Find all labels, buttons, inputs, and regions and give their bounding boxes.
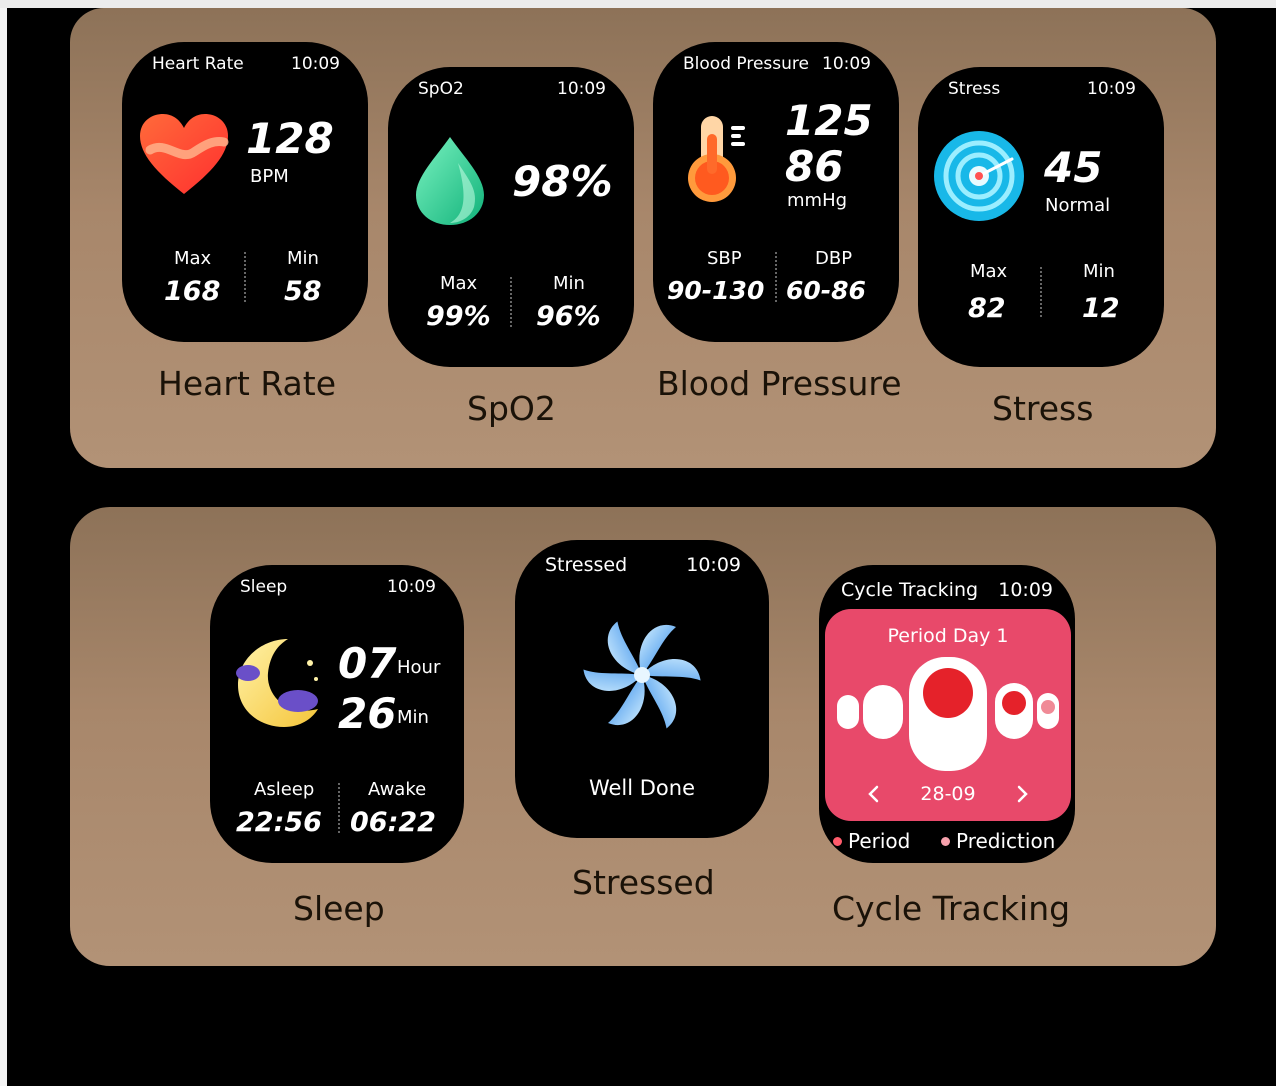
stat-asleep-label: Asleep: [254, 779, 315, 800]
watch-title: Blood Pressure: [683, 54, 809, 74]
stat-max-value: 168: [164, 276, 221, 307]
stat-asleep-value: 22:56: [236, 807, 322, 838]
watch-time: 10:09: [291, 54, 340, 74]
stressed-message: Well Done: [588, 776, 696, 800]
divider: [338, 783, 340, 833]
prediction-dot-icon: [941, 836, 950, 846]
watch-title: Cycle Tracking: [841, 579, 979, 601]
stat-max-label: Max: [970, 261, 1008, 282]
cycle-tracking-watch: Cycle Tracking 10:09 Period Day 1 28-09 P…: [819, 565, 1075, 863]
stat-min-label: Min: [553, 273, 585, 294]
spo2-value: 98%: [512, 157, 613, 206]
divider: [1040, 267, 1042, 317]
watch-time: 10:09: [822, 54, 871, 74]
stat-awake-label: Awake: [368, 779, 427, 800]
blood-pressure-watch: Blood Pressure 10:09 125 86 mmHg SBP DBP …: [653, 42, 899, 342]
stat-max-label: Max: [174, 248, 212, 269]
watch-time: 10:09: [1087, 79, 1136, 99]
moon-icon: [236, 639, 318, 727]
diastolic-value: 86: [785, 142, 844, 191]
stat-dbp-value: 60-86: [786, 276, 866, 305]
watch-title: Sleep: [240, 577, 288, 597]
sleep-hours-value: 07: [338, 639, 397, 688]
cycle-day-pills: [837, 657, 1059, 771]
stressed-watch: Stressed 10:09 Well Done: [515, 540, 769, 838]
legend-prediction-label: Prediction: [956, 829, 1056, 853]
legend-period-label: Period: [848, 829, 911, 853]
watch-title: Stress: [948, 79, 1001, 99]
caption-heart-rate: Heart Rate: [158, 364, 337, 403]
caption-blood-pressure: Blood Pressure: [657, 364, 902, 403]
caption-stressed: Stressed: [572, 863, 715, 902]
chevron-right-icon[interactable]: [1015, 785, 1029, 803]
stat-min-label: Min: [1083, 261, 1115, 282]
stat-sbp-value: 90-130: [667, 276, 765, 305]
legend-prediction: Prediction: [941, 829, 1055, 853]
watch-title: Stressed: [545, 554, 628, 576]
gauge-icon: [934, 131, 1024, 221]
water-drop-icon: [416, 137, 484, 225]
watch-title: Heart Rate: [152, 54, 244, 74]
pinwheel-icon: [583, 621, 701, 729]
heart-icon: [140, 114, 229, 194]
heart-rate-watch: Heart Rate 10:09 128 BPM Max Min 168 58: [122, 42, 368, 342]
stat-min-value: 12: [1082, 293, 1120, 324]
divider: [775, 252, 777, 302]
spo2-watch: SpO2 10:09 98% Max Min 99% 96%: [388, 67, 634, 367]
divider: [510, 277, 512, 327]
stress-level-label: Normal: [1045, 195, 1111, 216]
cycle-date: 28-09: [920, 783, 976, 805]
cycle-card: Period Day 1 28-09: [825, 609, 1071, 821]
stat-max-value: 99%: [426, 301, 491, 332]
watch-time: 10:09: [557, 79, 606, 99]
stat-max-value: 82: [968, 293, 1006, 324]
top-edge: [0, 0, 1276, 8]
left-edge: [0, 8, 7, 1086]
sleep-minutes-value: 26: [338, 689, 397, 738]
watch-time: 10:09: [387, 577, 436, 597]
legend-period: Period: [833, 829, 910, 853]
bp-unit: mmHg: [787, 190, 848, 211]
stat-dbp-label: DBP: [815, 248, 853, 269]
watch-title: SpO2: [418, 79, 464, 99]
sleep-hours-unit: Hour: [397, 657, 441, 678]
caption-spo2: SpO2: [467, 389, 556, 428]
stat-min-label: Min: [287, 248, 319, 269]
thermometer-icon: [688, 116, 745, 202]
sleep-watch: Sleep 10:09 07 Hour 26 Min Asleep Awake 2…: [210, 565, 464, 863]
heart-rate-value: 128: [246, 114, 334, 163]
caption-sleep: Sleep: [293, 889, 385, 928]
stat-min-value: 58: [284, 276, 322, 307]
sleep-minutes-unit: Min: [397, 707, 429, 728]
divider: [244, 252, 246, 302]
stress-value: 45: [1044, 143, 1103, 192]
heart-rate-unit: BPM: [250, 166, 289, 187]
watch-time: 10:09: [686, 554, 741, 576]
stress-watch: Stress 10:09 45 Normal Max Min 82 12: [918, 67, 1164, 367]
caption-stress: Stress: [992, 389, 1094, 428]
stat-min-value: 96%: [536, 301, 601, 332]
stat-max-label: Max: [440, 273, 478, 294]
stat-sbp-label: SBP: [707, 248, 742, 269]
stat-awake-value: 06:22: [350, 807, 436, 838]
systolic-value: 125: [785, 96, 873, 145]
cycle-day-title: Period Day 1: [887, 625, 1009, 647]
period-dot-icon: [833, 836, 842, 846]
caption-cycle-tracking: Cycle Tracking: [832, 889, 1071, 928]
watch-time: 10:09: [998, 579, 1053, 601]
